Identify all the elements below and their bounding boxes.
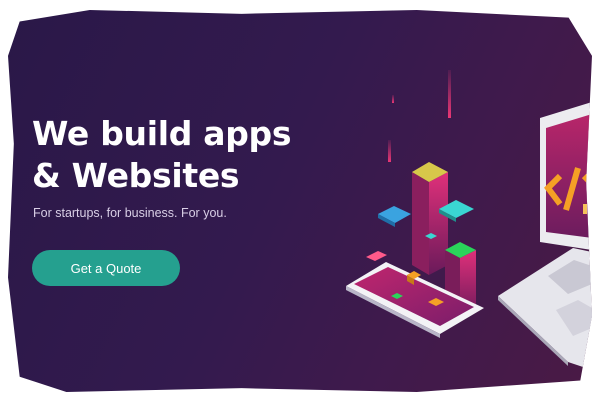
hero-banner: We build apps & Websites For startups, f… xyxy=(8,10,592,392)
light-streak xyxy=(392,95,394,103)
hero-title-line-2: & Websites xyxy=(32,156,240,195)
isometric-tower-icon xyxy=(412,162,448,275)
light-streak xyxy=(388,140,391,162)
get-a-quote-button[interactable]: Get a Quote xyxy=(32,250,180,286)
hero-title: We build apps & Websites xyxy=(32,113,292,197)
light-streak xyxy=(448,70,451,118)
hero-subtitle: For startups, for business. For you. xyxy=(33,206,227,220)
laptop-icon xyxy=(498,102,592,370)
hero-title-line-1: We build apps xyxy=(32,114,292,153)
isometric-illustration xyxy=(346,70,592,370)
